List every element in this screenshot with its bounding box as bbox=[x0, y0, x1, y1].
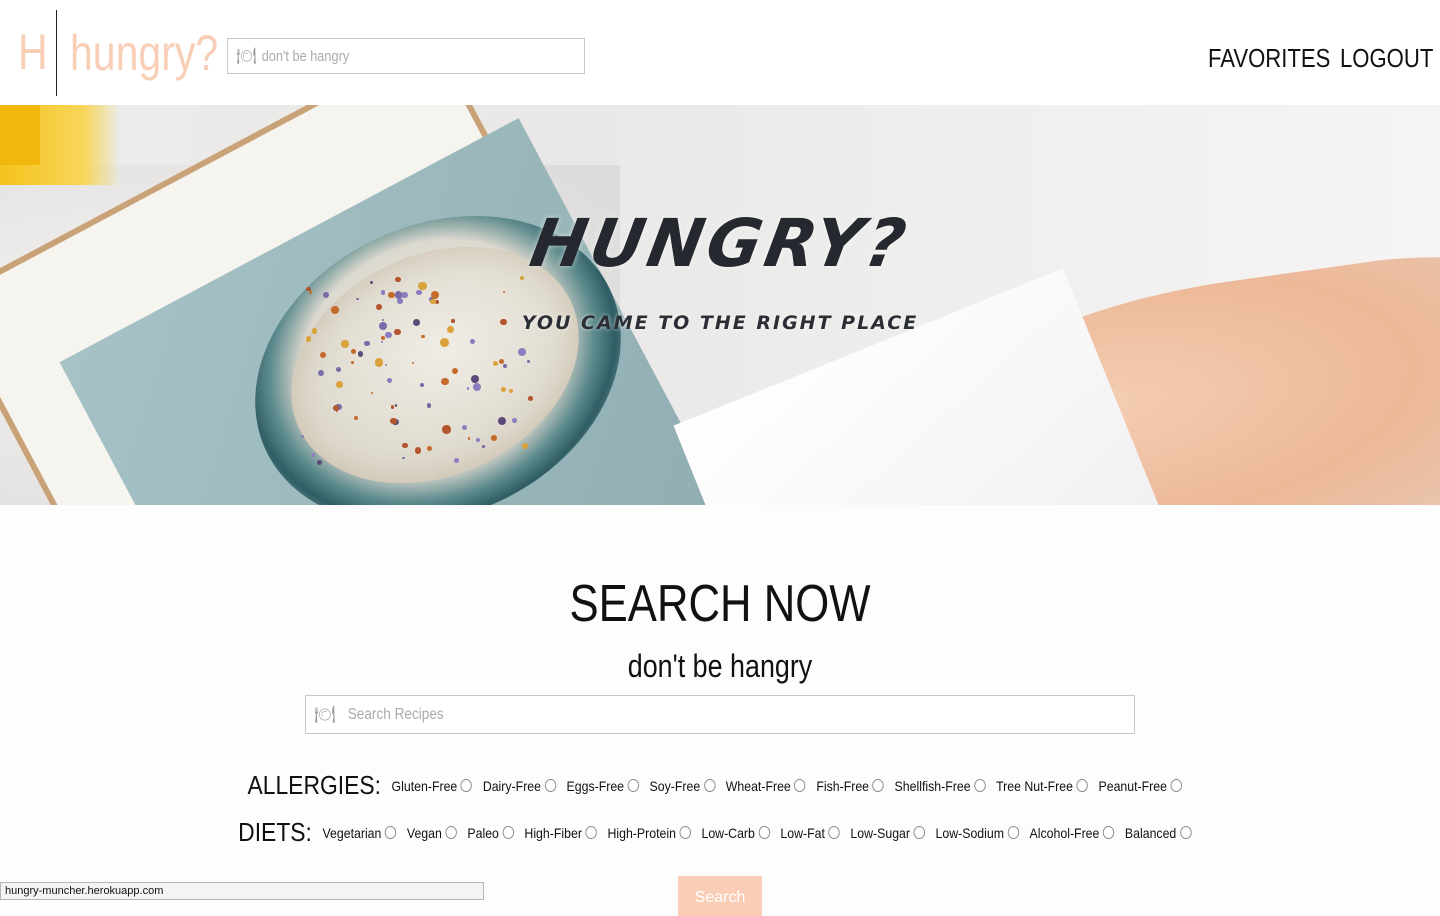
diet-option-label: Low-Fat bbox=[780, 824, 825, 841]
diet-radio[interactable] bbox=[1179, 826, 1192, 839]
allergy-option-label: Wheat-Free bbox=[725, 777, 791, 794]
allergy-option[interactable]: Fish-Free bbox=[816, 778, 884, 794]
allergy-option-label: Shellfish-Free bbox=[894, 777, 971, 794]
allergy-radio[interactable] bbox=[974, 779, 986, 792]
logo-divider bbox=[56, 10, 57, 96]
diet-option[interactable]: Low-Sodium bbox=[936, 825, 1019, 841]
diet-option-label: Vegan bbox=[406, 824, 442, 841]
diet-radio[interactable] bbox=[445, 826, 457, 839]
allergy-radio[interactable] bbox=[1076, 779, 1088, 792]
diet-option-label: Low-Sugar bbox=[850, 824, 911, 841]
allergy-radio[interactable] bbox=[1170, 779, 1182, 792]
allergy-option[interactable]: Tree Nut-Free bbox=[996, 778, 1088, 794]
diet-option-label: Balanced bbox=[1124, 824, 1177, 841]
nav-favorites-link[interactable]: FAVORITES bbox=[1208, 40, 1330, 76]
diet-radio[interactable] bbox=[1102, 826, 1115, 839]
logo-letter[interactable]: H bbox=[18, 22, 48, 82]
hero-title: HUNGRY? bbox=[524, 205, 916, 282]
allergy-option[interactable]: Shellfish-Free bbox=[895, 778, 986, 794]
diet-radio[interactable] bbox=[828, 826, 840, 839]
allergy-option-label: Tree Nut-Free bbox=[996, 777, 1073, 794]
recipe-search-input[interactable] bbox=[345, 704, 995, 725]
diet-radio[interactable] bbox=[502, 826, 514, 839]
nav-logout-link[interactable]: LOGOUT bbox=[1340, 40, 1433, 76]
allergy-option[interactable]: Dairy-Free bbox=[483, 778, 556, 794]
status-bar-url: hungry-muncher.herokuapp.com bbox=[0, 882, 484, 900]
diet-option[interactable]: Low-Fat bbox=[780, 824, 840, 841]
allergy-radio[interactable] bbox=[794, 779, 806, 792]
allergy-option[interactable]: Eggs-Free bbox=[567, 778, 639, 794]
diet-option-label: Alcohol-Free bbox=[1029, 824, 1100, 841]
header-search-input[interactable] bbox=[260, 46, 519, 66]
allergy-option-label: Eggs-Free bbox=[566, 777, 625, 794]
diet-option[interactable]: Alcohol-Free bbox=[1030, 825, 1115, 841]
allergy-option-label: Dairy-Free bbox=[482, 777, 542, 794]
diet-option[interactable]: High-Protein bbox=[607, 824, 691, 841]
allergy-radio[interactable] bbox=[544, 779, 556, 792]
allergy-option-label: Fish-Free bbox=[816, 777, 870, 794]
diet-option[interactable]: Vegetarian bbox=[322, 824, 397, 841]
diet-option-label: High-Fiber bbox=[524, 824, 582, 841]
diet-option-label: Low-Carb bbox=[701, 824, 755, 841]
diet-option[interactable]: High-Fiber bbox=[524, 824, 597, 841]
diet-radio[interactable] bbox=[384, 826, 397, 839]
plate-icon: 🍽 bbox=[236, 48, 257, 65]
diet-radio[interactable] bbox=[1007, 826, 1019, 839]
diet-option[interactable]: Vegan bbox=[407, 825, 457, 841]
allergy-option[interactable]: Soy-Free bbox=[650, 778, 716, 794]
diet-option[interactable]: Balanced bbox=[1124, 824, 1192, 841]
diet-option[interactable]: Paleo bbox=[467, 824, 514, 841]
allergy-option-label: Gluten-Free bbox=[391, 777, 458, 794]
search-section-title: SEARCH NOW bbox=[569, 575, 871, 633]
diets-filter-row: DIETS: Vegetarian Vegan Paleo High-Fiber Hig… bbox=[86, 817, 1353, 848]
header-search-box: 🍽 bbox=[227, 38, 585, 74]
diets-label: DIETS: bbox=[238, 817, 312, 847]
diet-option-label: Paleo bbox=[467, 824, 499, 841]
allergy-option[interactable]: Peanut-Free bbox=[1099, 778, 1182, 794]
search-button[interactable]: Search bbox=[678, 876, 762, 916]
allergy-radio[interactable] bbox=[460, 779, 473, 792]
allergy-radio[interactable] bbox=[627, 779, 639, 792]
logo-text[interactable]: hungry? bbox=[70, 22, 218, 84]
diet-option-label: High-Protein bbox=[607, 824, 676, 841]
plate-icon: 🍽 bbox=[314, 704, 336, 724]
diet-radio[interactable] bbox=[679, 826, 691, 839]
allergies-label: ALLERGIES: bbox=[247, 770, 381, 800]
site-header: H hungry? 🍽 FAVORITES LOGOUT bbox=[0, 0, 1440, 105]
allergy-option-label: Peanut-Free bbox=[1098, 777, 1167, 794]
allergy-option[interactable]: Gluten-Free bbox=[392, 778, 473, 794]
allergy-radio[interactable] bbox=[872, 779, 884, 792]
allergy-option[interactable]: Wheat-Free bbox=[726, 778, 806, 794]
recipe-search-box: 🍽 bbox=[305, 695, 1135, 734]
allergy-option-label: Soy-Free bbox=[649, 777, 701, 794]
allergies-filter-row: ALLERGIES: Gluten-Free Dairy-Free Eggs-Fre… bbox=[86, 770, 1353, 801]
diet-option-label: Low-Sodium bbox=[935, 824, 1005, 841]
diet-option[interactable]: Low-Sugar bbox=[850, 825, 925, 841]
diet-option-label: Vegetarian bbox=[322, 824, 382, 841]
allergy-radio[interactable] bbox=[703, 779, 716, 792]
diet-option[interactable]: Low-Carb bbox=[701, 824, 770, 841]
hero-banner: HUNGRY? YOU CAME TO THE RIGHT PLACE bbox=[0, 105, 1440, 505]
hero-subtitle: YOU CAME TO THE RIGHT PLACE bbox=[521, 312, 919, 334]
diet-radio[interactable] bbox=[913, 826, 925, 839]
diet-radio[interactable] bbox=[585, 826, 597, 839]
diet-radio[interactable] bbox=[758, 826, 770, 839]
search-section-subtitle: don't be hangry bbox=[627, 648, 813, 684]
